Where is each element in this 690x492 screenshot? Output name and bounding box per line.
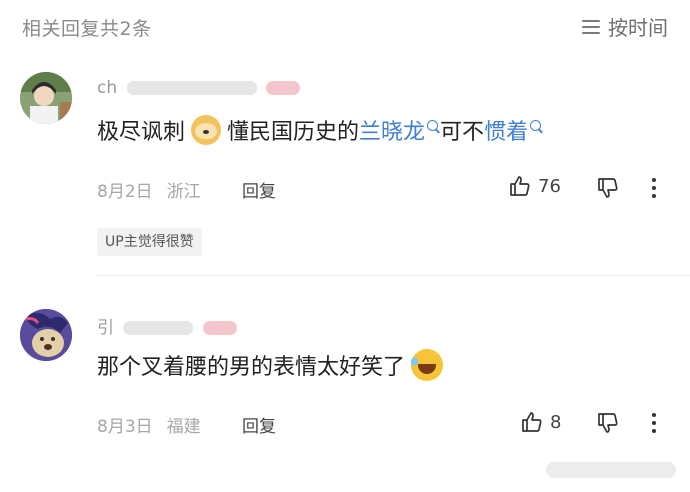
laugh-cry-emoji-icon [411, 349, 444, 381]
keyword-link[interactable]: 惯着 [484, 114, 543, 146]
sort-label: 按时间 [608, 16, 668, 40]
more-options-button[interactable] [650, 413, 658, 437]
thumbs-down-icon [598, 413, 618, 433]
replies-header: 相关回复共2条 按时间 [0, 0, 690, 56]
up-liked-badge: UP主觉得很赞 [97, 228, 202, 256]
blurred-username [123, 321, 194, 335]
divider [96, 275, 690, 276]
thumbs-up-icon [522, 412, 542, 432]
pony-avatar [20, 309, 72, 361]
reply-button[interactable]: 回复 [242, 177, 276, 202]
search-icon [530, 119, 542, 131]
comment-meta: 8月2日 浙江 [97, 177, 215, 202]
avatar[interactable] [20, 72, 72, 124]
blurred-watermark [546, 462, 676, 478]
comment-date: 8月3日 [97, 417, 153, 437]
dog-emoji-icon [191, 115, 222, 145]
like-count: 8 [550, 411, 562, 433]
dislike-button[interactable] [596, 176, 620, 204]
comment-text: 那个叉着腰的男的表情太好笑了 [97, 349, 444, 381]
comment-meta: 8月3日 福建 [97, 412, 215, 437]
comment-date: 8月2日 [97, 182, 153, 202]
thumbs-down-icon [598, 178, 618, 198]
keyword-link[interactable]: 兰晓龙 [359, 114, 440, 146]
blurred-badge [265, 81, 300, 95]
thumbs-up-icon [510, 176, 530, 196]
user-avatar-photo [20, 72, 72, 124]
blurred-username [126, 81, 257, 95]
reply-button[interactable]: 回复 [242, 412, 276, 437]
like-count: 76 [538, 175, 561, 197]
menu-lines-icon [582, 19, 600, 35]
comment-text: 极尽讽刺 懂民国历史的 兰晓龙 可不 惯着 [97, 114, 543, 146]
search-icon [427, 119, 439, 131]
dislike-button[interactable] [596, 411, 620, 439]
like-button[interactable]: 8 [520, 410, 561, 434]
comment-location: 福建 [166, 417, 201, 437]
blurred-badge [202, 321, 237, 335]
reply-count-title: 相关回复共2条 [22, 18, 152, 40]
sort-by-time-button[interactable]: 按时间 [582, 12, 668, 41]
comment-location: 浙江 [166, 182, 201, 202]
more-options-button[interactable] [650, 178, 658, 202]
username[interactable]: 引 [97, 313, 237, 338]
like-button[interactable]: 76 [508, 174, 561, 198]
avatar[interactable] [20, 309, 72, 361]
username[interactable]: ch [97, 78, 300, 98]
